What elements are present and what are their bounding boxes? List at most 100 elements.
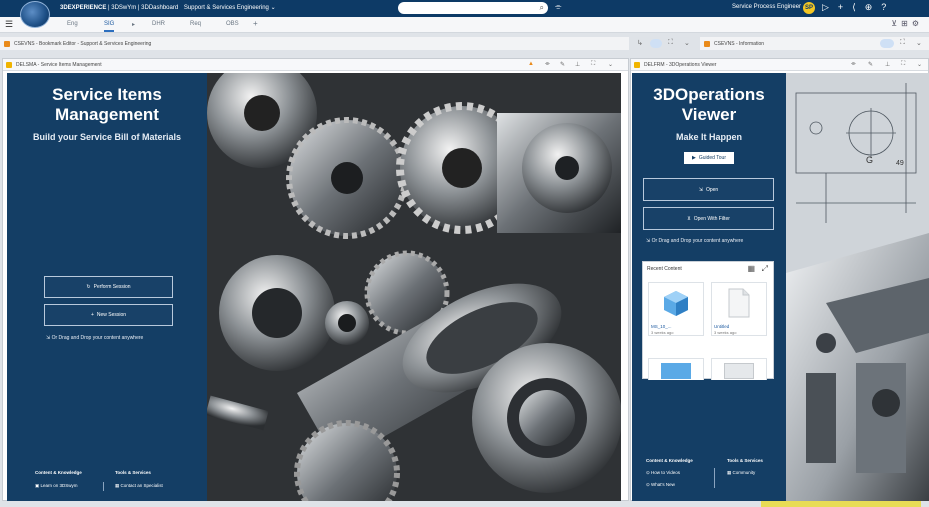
guided-tour-label: Guided Tour [698,155,726,161]
menu-icon[interactable]: ☰ [5,19,13,30]
pin-icon[interactable]: ↳ [637,39,643,47]
panel-header: DELSMA - Service Items Management ▲ ⌯ ✎ … [3,59,628,71]
footer-tools-heading: Tools & Services [727,458,763,463]
brand-apps: | 3DSwYm | 3DDashboard [106,5,179,11]
tag-icon[interactable]: ⌯ [555,2,561,12]
tab-obs[interactable]: OBS [226,21,239,27]
learn-link-label: Learn on 3DSwym [40,483,78,488]
recent-item[interactable] [711,358,767,380]
chevron-down-icon[interactable]: ⌄ [269,5,276,11]
tabbar-tools: ⊻⊞⚙ [891,19,923,28]
settings-icon[interactable]: ⚙ [912,19,923,28]
layout-icon[interactable]: ⊞ [901,19,912,28]
footer-tools-heading: Tools & Services [115,470,151,475]
title-line-2: Management [55,105,159,124]
tab-more-icon[interactable]: ▸ [132,21,135,28]
recent-item[interactable]: Untitled 3 weeks ago [711,282,767,336]
filter-icon[interactable]: ⊻ [891,19,901,28]
document-icon [724,363,754,379]
add-icon[interactable]: + [838,2,843,13]
open-with-filter-button[interactable]: ⊻ Open With Filter [643,207,774,230]
new-session-button[interactable]: + New Session [44,304,173,326]
app-orange-icon [704,40,710,47]
bookmark-editor-bar[interactable]: CSEVNS - Bookmark Editor - Support & Ser… [0,37,690,50]
whats-new-link[interactable]: ⊙ What's New [646,482,675,488]
machined-part-illustration: G 49 [786,73,929,501]
guided-tour-button[interactable]: ▶ Guided Tour [684,152,734,164]
how-to-videos-link[interactable]: ⊙ How to Videos [646,470,680,476]
user-name[interactable]: Service Process Engineer [732,4,801,10]
app-yellow-icon [6,61,12,68]
chevron-down-icon[interactable]: ⌄ [917,61,922,68]
brand-name: 3DEXPERIENCE [60,5,107,11]
perform-session-button[interactable]: ↻ Perform Session [44,276,173,298]
tab-req[interactable]: Req [190,21,201,27]
operations-viewer-welcome: 3DOperations Viewer Make It Happen ▶ Guid… [632,73,929,501]
share-network-icon[interactable]: ⟨ [852,2,856,13]
tag-icon[interactable]: ⌯ [545,61,550,68]
bookmark-editor-title: CSEVNS - Bookmark Editor - Support & Ser… [14,40,152,47]
top-bar: 3DEXPERIENCE | 3DSwYm | 3DDashboard Supp… [0,0,929,28]
footer-content-heading: Content & Knowledge [35,470,82,475]
panel-title: DELFRM - 3DOperations Viewer [644,61,717,68]
tab-sig[interactable]: SIG [104,21,115,32]
brand-title: 3DEXPERIENCE | 3DSwYm | 3DDashboard Supp… [60,4,276,11]
recent-item[interactable]: MS_10_... 3 weeks ago [648,282,704,336]
dashboard-tab-bar: ☰ Eng SIG ▸ DHR Req OBS + ⊻⊞⚙ [0,17,929,33]
avatar[interactable]: SP [803,2,815,14]
service-items-title: Service Items Management [7,85,207,125]
cube-icon [661,363,691,379]
pin-icon[interactable]: ⊥ [575,61,580,68]
toggle-icon[interactable] [880,39,894,48]
title-line-1: 3DOperations [653,85,765,104]
toggle-icon[interactable] [650,39,662,48]
grid-view-icon[interactable]: ▦ [747,264,755,273]
expand-icon[interactable]: ⛶ [900,39,905,47]
chevron-down-icon[interactable]: ⌄ [608,61,613,68]
add-tab-icon[interactable]: + [253,19,258,28]
expand-icon[interactable]: ⛶ [668,39,673,47]
open-icon: ⇲ [698,186,703,193]
recent-item-name: Untitled [714,324,730,329]
specialist-link[interactable]: ▦ Contact an Specialist [115,483,163,489]
search-input[interactable]: ⌕ [398,2,548,14]
share-icon[interactable]: ▷ [822,2,829,13]
warning-icon[interactable]: ▲ [528,61,534,67]
compass-logo-icon[interactable] [20,1,50,28]
maximize-icon[interactable]: ⛶ [591,61,595,68]
community-link[interactable]: ▦ Community [727,470,755,476]
chevron-down-icon[interactable]: ⌄ [684,39,690,47]
top-actions: ▷ + ⟨ ⊕ ? [822,2,886,13]
recent-item[interactable] [648,358,704,380]
maximize-icon[interactable]: ⛶ [901,61,905,68]
expand-icon[interactable]: ⤢ [762,264,768,274]
information-title: CSEVNS - Information [714,40,765,47]
machined-part-hero-image: G 49 [786,73,929,501]
chevron-down-icon[interactable]: ⌄ [916,39,922,47]
cube-icon [649,283,703,323]
help-icon[interactable]: ? [881,2,886,13]
footer-content-heading: Content & Knowledge [646,458,693,463]
open-button[interactable]: ⇲ Open [643,178,774,201]
learn-link[interactable]: ▣ Learn on 3DSwym [35,483,78,489]
tag-icon[interactable]: ⌯ [851,61,856,68]
edit-icon[interactable]: ✎ [560,61,565,68]
recent-item-date: 3 weeks ago [714,330,737,335]
gears-hero-image [207,73,621,501]
pin-icon[interactable]: ⊥ [885,61,890,68]
service-items-sidebar: Service Items Management Build your Serv… [7,73,207,501]
viewer-subtitle: Make It Happen [675,132,742,142]
apps-icon[interactable]: ⊕ [865,2,873,13]
gears-illustration [207,73,621,501]
svg-text:49: 49 [896,160,904,167]
tab-dhr[interactable]: DHR [152,21,165,27]
app-orange-icon [4,40,10,47]
recent-item-date: 3 weeks ago [651,330,674,335]
search-icon[interactable]: ⌕ [540,3,544,13]
edit-icon[interactable]: ✎ [868,61,873,68]
recent-content-title: Recent Content [647,266,682,272]
video-icon: ▶ [691,155,696,161]
context-dropdown[interactable]: Support & Services Engineering [184,5,269,11]
tab-eng[interactable]: Eng [67,21,78,27]
information-bar[interactable]: CSEVNS - Information ⛶ ⌄ [700,37,929,50]
